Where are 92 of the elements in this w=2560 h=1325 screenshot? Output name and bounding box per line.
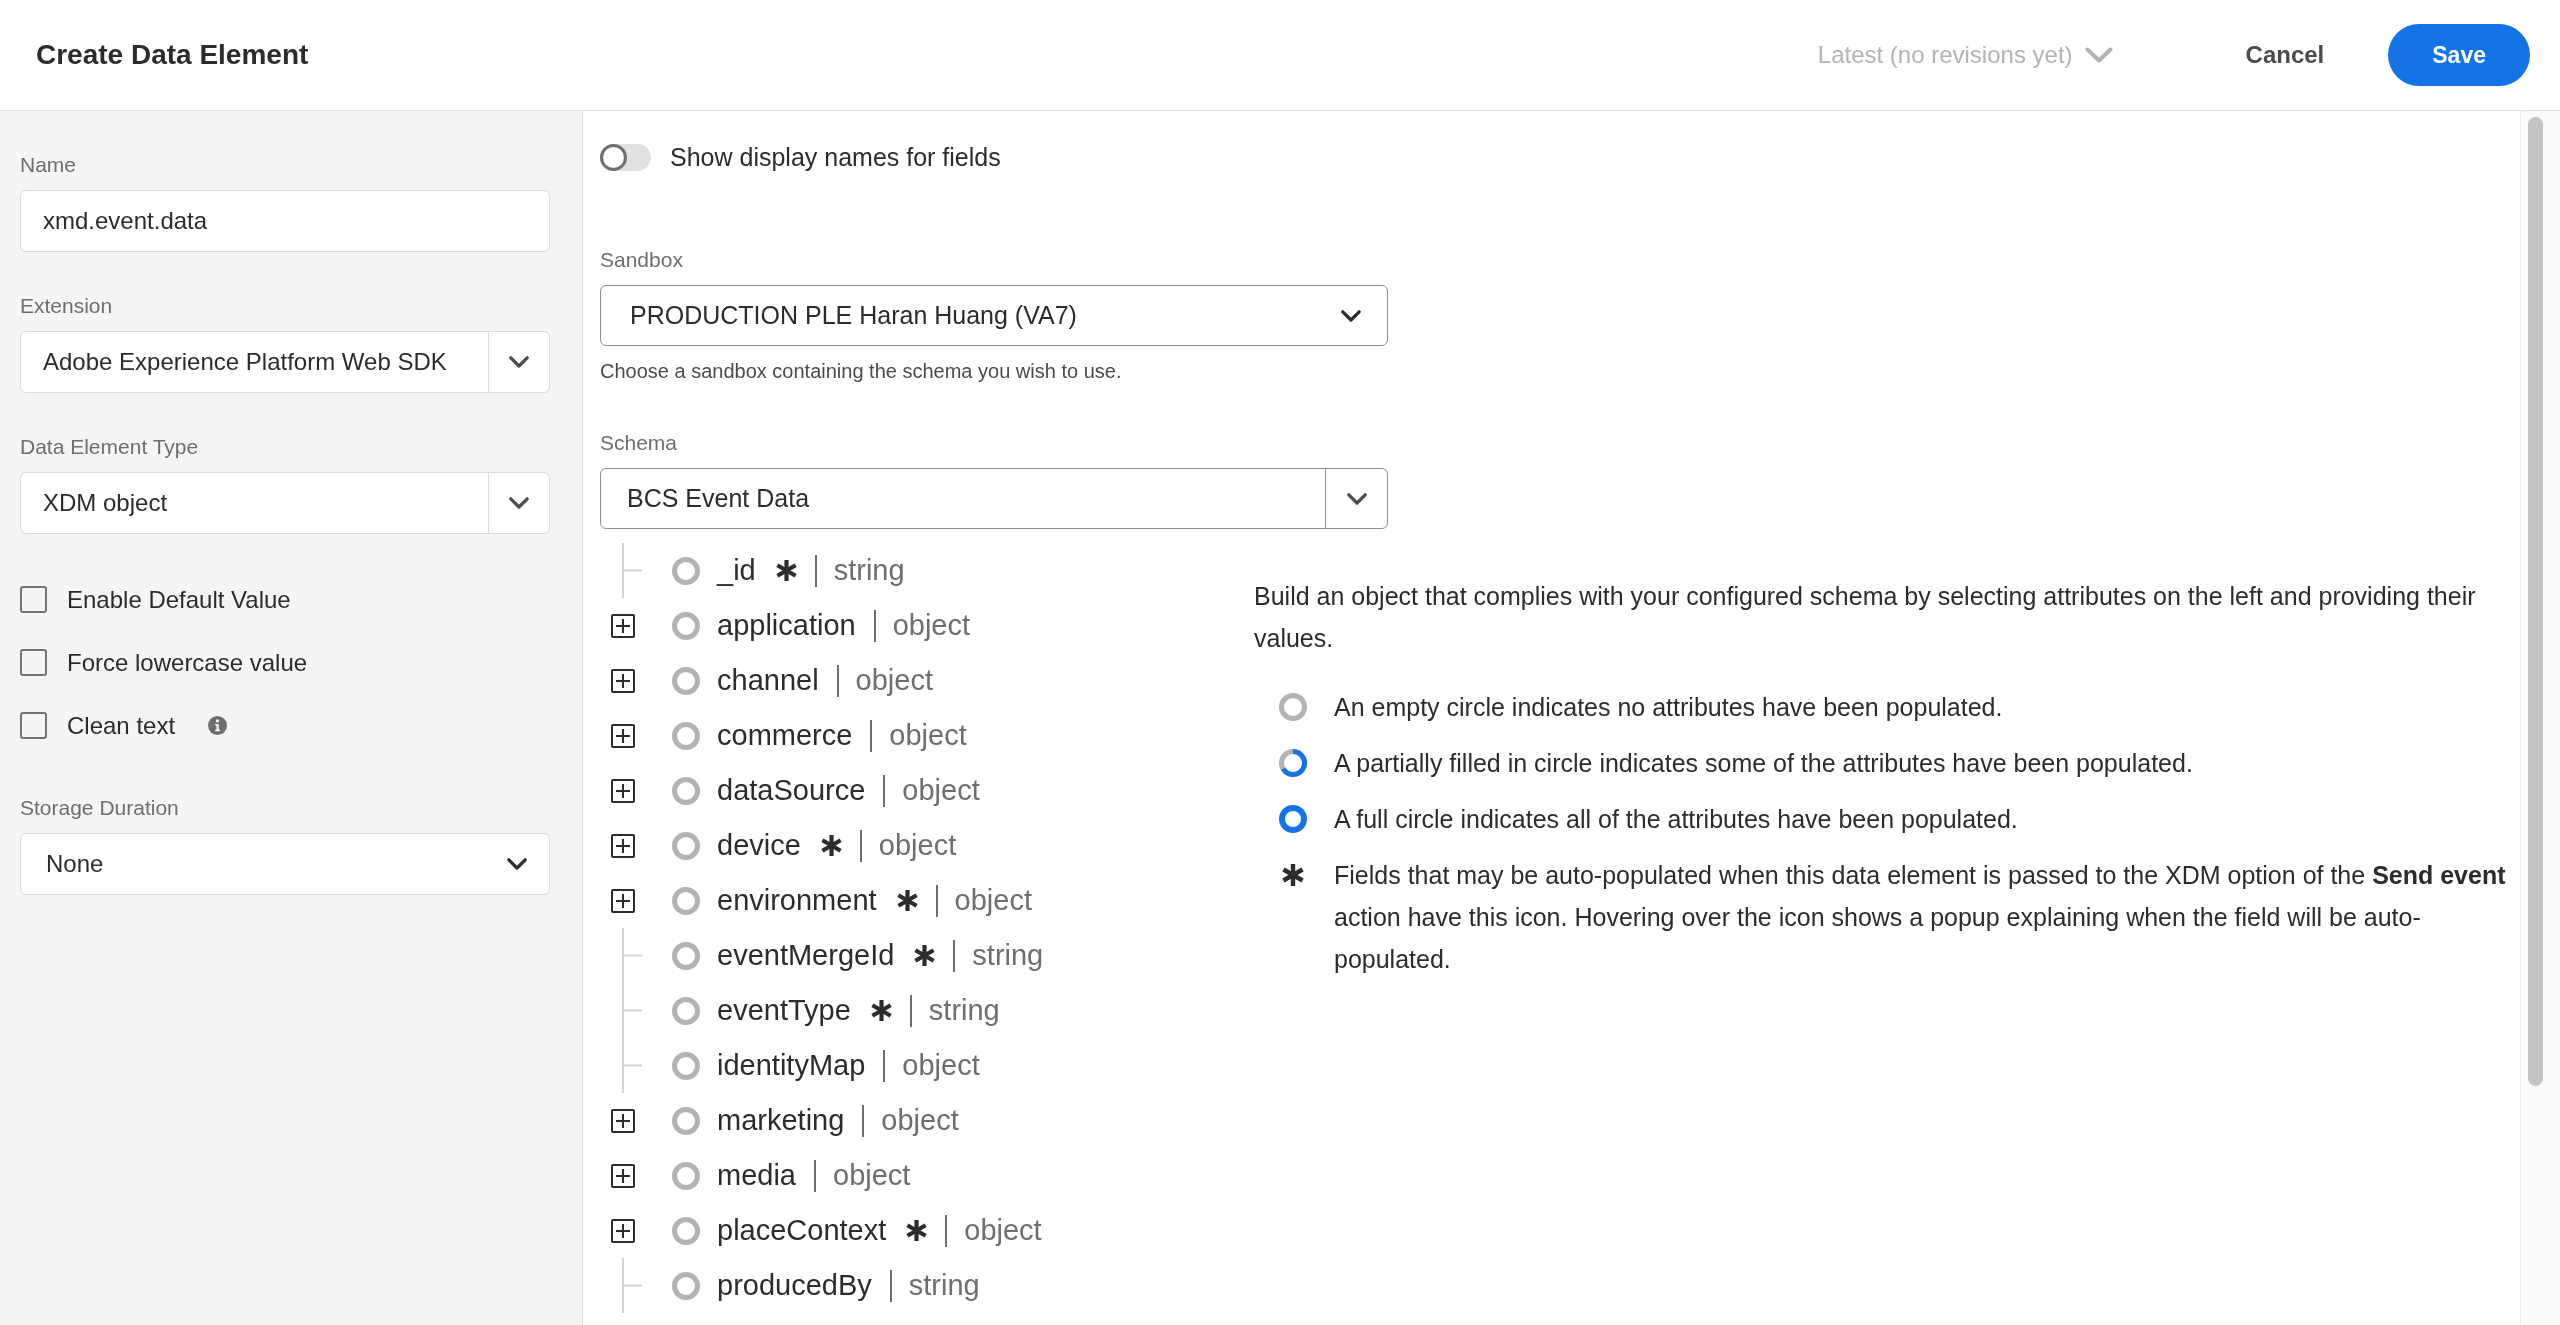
checkbox-label[interactable]: Force lowercase value [67,648,308,677]
legend-text: Fields that may be auto-populated when this data element is passed to the XDM option of the Send event action have this icon. Hovering over the icon shows a popup explaining when the field will be auto-populated. [1334,860,2507,975]
plus-icon [616,673,630,688]
chevron-down-icon [509,497,529,509]
field-name[interactable]: eventType [717,994,851,1027]
cancel-button[interactable]: Cancel [2227,24,2343,86]
plus-icon [616,618,630,633]
legend-text: An empty circle indicates no attributes have been populated. [1334,692,2003,723]
field-type: object [833,1159,911,1192]
tree-guide-line [622,1038,642,1093]
plus-icon [616,1168,630,1183]
field-name[interactable]: producedBy [717,1269,872,1302]
tree-guide-line [622,543,642,598]
scrollbar-thumb[interactable] [2528,117,2543,1086]
expand-button[interactable] [611,888,635,913]
field-name[interactable]: application [717,609,856,642]
field-type: object [878,829,957,862]
checkbox[interactable] [20,586,47,613]
expand-button[interactable] [611,778,635,803]
field-type: object [855,664,933,697]
field-name[interactable]: commerce [717,719,853,752]
field-type: string [908,1269,980,1302]
field-name[interactable]: device [717,829,801,862]
tree-guide-line [622,983,642,1038]
expand-button[interactable] [611,1163,635,1188]
save-button[interactable]: Save [2388,24,2530,86]
legend-text: A full circle indicates all of the attributes have been populated. [1334,804,2018,835]
partial-circle-icon [1279,749,1307,777]
empty-circle-icon [1279,693,1307,721]
page-title: Create Data Element [36,39,309,71]
field-name[interactable]: _id [717,554,756,587]
field-type: object [954,884,1032,917]
field-type: object [881,1104,959,1137]
expand-button[interactable] [611,723,635,748]
plus-icon [616,838,630,853]
field-name[interactable]: environment [717,884,877,917]
tree-guide-line [622,1258,642,1313]
field-label: Data Element Type [20,435,200,459]
plus-icon [616,1113,630,1128]
plus-icon [616,893,630,908]
field-type: string [972,939,1044,972]
chevron-down-icon [509,356,529,368]
field-label: Extension [20,294,114,318]
plus-icon [616,728,630,743]
chevron-down-icon [507,858,527,870]
chevron-down-icon [1346,492,1367,505]
checkbox[interactable] [20,649,47,676]
field-label: Sandbox [600,248,684,272]
combo-box[interactable]: BCS Event Data [600,468,1388,529]
chevron-down-icon [2084,47,2113,63]
toggle-switch[interactable] [600,144,651,171]
field-name[interactable]: placeContext [717,1214,887,1247]
field-type: string [928,994,1000,1027]
field-label: Storage Duration [20,796,180,820]
asterisk-icon [1282,864,1304,886]
field-type: object [889,719,967,752]
expand-button[interactable] [611,1218,635,1243]
field-type: object [902,774,980,807]
expand-button[interactable] [611,668,635,693]
field-name[interactable]: channel [717,664,819,697]
text-field[interactable]: xmd.event.data [20,190,550,252]
checkbox-label[interactable]: Enable Default Value [67,585,291,614]
field-label: Name [20,153,78,177]
checkbox-label[interactable]: Clean text [67,711,176,740]
combo-box[interactable]: XDM object [20,472,550,534]
intro-text: Build an object that complies with your configured schema by selecting attributes on the left and providing their values. [1254,581,2477,654]
legend-text: A partially filled in circle indicates some of the attributes have been populated. [1334,748,2193,779]
plus-icon [616,783,630,798]
field-name[interactable]: dataSource [717,774,866,807]
full-circle-icon [1279,805,1307,833]
info-icon[interactable] [208,716,228,735]
field-type: string [833,554,905,587]
expand-button[interactable] [611,613,635,638]
field-name[interactable]: eventMergeId [717,939,895,972]
combo-box[interactable]: Adobe Experience Platform Web SDK [20,331,550,393]
plus-icon [616,1223,630,1238]
dropdown[interactable]: PRODUCTION PLE Haran Huang (VA7) [600,285,1388,346]
checkbox[interactable] [20,712,47,739]
chevron-down-icon [1341,309,1361,322]
field-type: object [902,1049,980,1082]
field-name[interactable]: identityMap [717,1049,866,1082]
dropdown[interactable]: None [20,833,550,895]
toggle-label: Show display names for fields [670,143,1001,172]
field-type: object [892,609,971,642]
expand-button[interactable] [611,833,635,858]
field-label: Schema [600,431,679,455]
field-name[interactable]: media [717,1159,796,1192]
field-type: object [964,1214,1042,1247]
expand-button[interactable] [611,1108,635,1133]
field-name[interactable]: marketing [717,1104,845,1137]
help-text: Choose a sandbox containing the schema you wish to use. [600,359,1123,383]
tree-guide-line [622,928,642,983]
